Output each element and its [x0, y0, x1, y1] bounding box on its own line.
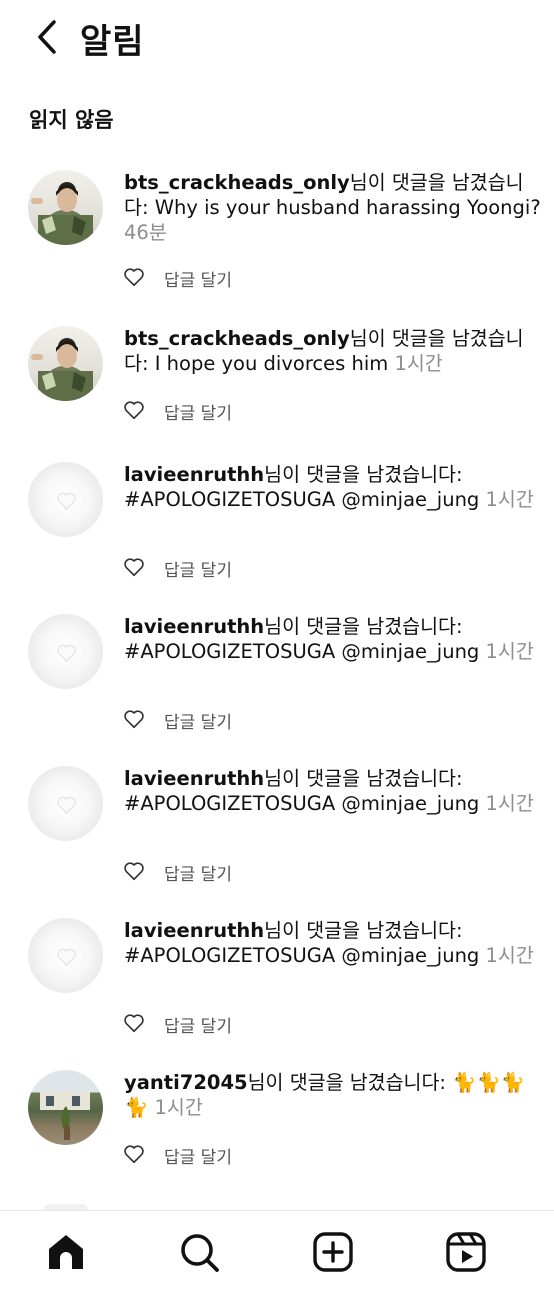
reply-button[interactable]: 답글 달기 — [164, 708, 232, 733]
avatar[interactable] — [28, 918, 103, 993]
heart-icon[interactable] — [123, 399, 145, 421]
heart-icon[interactable] — [123, 556, 145, 578]
heart-icon[interactable] — [123, 1012, 145, 1034]
username[interactable]: lavieenruthh — [124, 767, 264, 790]
timestamp: 1시간 — [485, 640, 534, 663]
avatar[interactable] — [28, 766, 103, 841]
heart-icon[interactable] — [123, 1143, 145, 1165]
heart-icon[interactable] — [123, 860, 145, 882]
notification-text: lavieenruthh님이 댓글을 남겼습니다: #APOLOGIZETOSUG… — [124, 766, 544, 816]
notification-text: bts_crackheads_only님이 댓글을 남겼습니다: Why is … — [124, 170, 544, 245]
message-line1: 님이 댓글을 남겼습니다: — [264, 615, 463, 638]
avatar[interactable] — [28, 1070, 103, 1145]
section-title-unread: 읽지 않음 — [29, 108, 114, 132]
message-line1: 님이 댓글을 남겼습니 — [349, 171, 524, 194]
message-rest: #APOLOGIZETOSUGA @minjae_jung — [124, 640, 486, 663]
reply-button[interactable]: 답글 달기 — [164, 399, 232, 424]
timestamp: 1시간 — [485, 944, 534, 967]
username[interactable]: bts_crackheads_only — [124, 171, 350, 194]
bottom-tab-bar — [0, 1210, 554, 1301]
message-rest: 다: Why is your husband harassing Yoongi? — [124, 196, 541, 219]
timestamp: 1시간 — [485, 792, 534, 815]
notification-text: lavieenruthh님이 댓글을 남겼습니다: #APOLOGIZETOSUG… — [124, 462, 544, 512]
reels-icon[interactable] — [443, 1229, 489, 1275]
username[interactable]: lavieenruthh — [124, 919, 264, 942]
message-rest: 다: I hope you divorces him — [124, 352, 395, 375]
notification-text: yanti72045님이 댓글을 남겼습니다: 🐈🐈🐈🐈 1시간 — [124, 1070, 544, 1120]
notification-text: lavieenruthh님이 댓글을 남겼습니다: #APOLOGIZETOSUG… — [124, 614, 544, 664]
heart-icon[interactable] — [123, 266, 145, 288]
avatar[interactable] — [28, 462, 103, 537]
message-line1: 님이 댓글을 남겼습니다: — [247, 1071, 453, 1094]
message-rest: #APOLOGIZETOSUGA @minjae_jung — [124, 488, 486, 511]
timestamp: 1시간 — [394, 352, 443, 375]
avatar[interactable] — [28, 326, 103, 401]
heart-icon[interactable] — [123, 708, 145, 730]
home-icon[interactable] — [43, 1229, 89, 1275]
create-post-icon[interactable] — [310, 1229, 356, 1275]
message-rest: #APOLOGIZETOSUGA @minjae_jung — [124, 792, 486, 815]
message-line1: 님이 댓글을 남겼습니 — [349, 327, 524, 350]
username[interactable]: lavieenruthh — [124, 463, 264, 486]
avatar[interactable] — [28, 170, 103, 245]
notification-text: bts_crackheads_only님이 댓글을 남겼습니다: I hope … — [124, 326, 544, 376]
username[interactable]: bts_crackheads_only — [124, 327, 350, 350]
header: 알림 — [0, 0, 554, 80]
message-line1: 님이 댓글을 남겼습니다: — [264, 463, 463, 486]
reply-button[interactable]: 답글 달기 — [164, 1012, 232, 1037]
message-rest: #APOLOGIZETOSUGA @minjae_jung — [124, 944, 486, 967]
message-line1: 님이 댓글을 남겼습니다: — [264, 767, 463, 790]
timestamp: 1시간 — [154, 1096, 203, 1119]
timestamp: 46분 — [124, 221, 167, 244]
timestamp: 1시간 — [485, 488, 534, 511]
search-icon[interactable] — [176, 1229, 222, 1275]
username[interactable]: yanti72045 — [124, 1071, 248, 1094]
username[interactable]: lavieenruthh — [124, 615, 264, 638]
notification-text: lavieenruthh님이 댓글을 남겼습니다: #APOLOGIZETOSUG… — [124, 918, 544, 968]
reply-button[interactable]: 답글 달기 — [164, 1143, 232, 1168]
back-arrow-icon[interactable] — [30, 16, 66, 60]
reply-button[interactable]: 답글 달기 — [164, 556, 232, 581]
reply-button[interactable]: 답글 달기 — [164, 860, 232, 885]
reply-button[interactable]: 답글 달기 — [164, 266, 232, 291]
page-title: 알림 — [80, 22, 145, 62]
message-line1: 님이 댓글을 남겼습니다: — [264, 919, 463, 942]
avatar[interactable] — [28, 614, 103, 689]
